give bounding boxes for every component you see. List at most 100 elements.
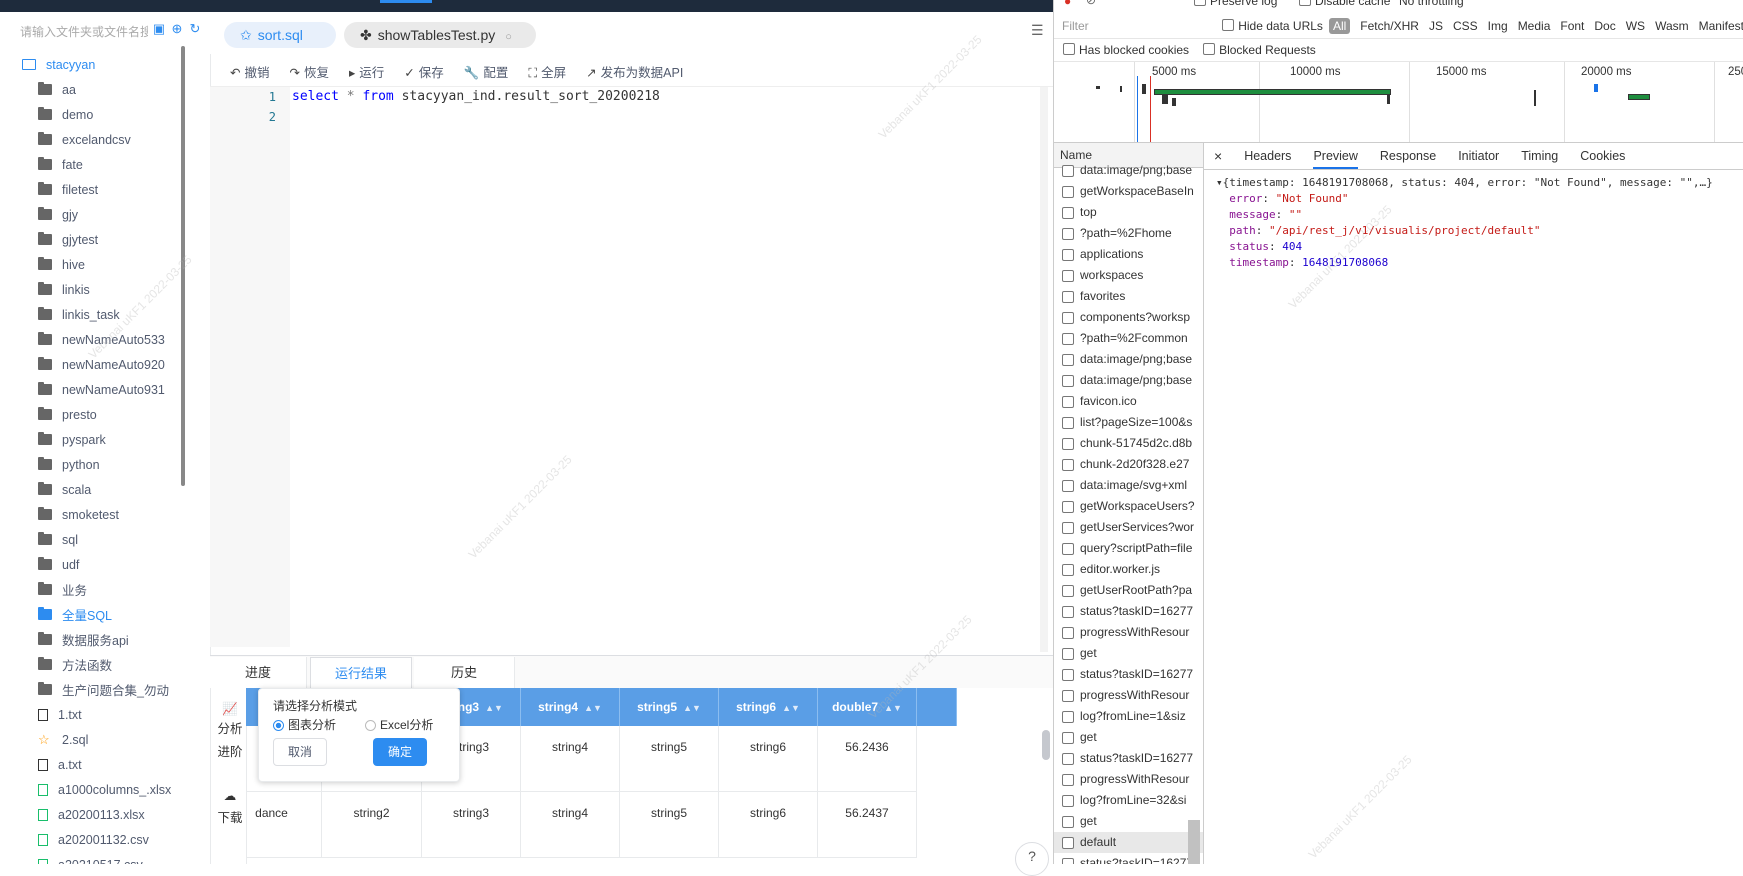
tree-item[interactable]: a20210517.csv xyxy=(0,852,205,864)
tree-item[interactable]: demo xyxy=(0,102,205,127)
tree-item[interactable]: newNameAuto533 xyxy=(0,327,205,352)
request-row[interactable]: favorites xyxy=(1054,286,1203,307)
request-row[interactable]: status?taskID=16277 xyxy=(1054,664,1203,685)
tree-item[interactable]: linkis xyxy=(0,277,205,302)
tab-cookies[interactable]: Cookies xyxy=(1580,143,1625,169)
request-row[interactable]: data:image/png;base xyxy=(1054,349,1203,370)
tree-item[interactable]: scala xyxy=(0,477,205,502)
add-icon[interactable]: ⊕ xyxy=(170,22,184,36)
table-header-cell[interactable]: double7 ▲▼ xyxy=(818,688,917,726)
confirm-button[interactable]: 确定 xyxy=(373,738,427,766)
tab-response[interactable]: Response xyxy=(1380,143,1436,169)
tab-sort-sql[interactable]: ✩ sort.sql xyxy=(224,22,336,48)
cloud-download-icon[interactable]: ☁ xyxy=(216,785,244,807)
request-row[interactable]: getWorkspaceBaseIn xyxy=(1054,181,1203,202)
close-icon[interactable]: × xyxy=(1214,148,1222,164)
search-input[interactable]: 请输入文件夹或文件名搜索 xyxy=(20,22,148,42)
request-row[interactable]: get xyxy=(1054,727,1203,748)
tree-item[interactable]: sql xyxy=(0,527,205,552)
sort-icon[interactable]: ▲▼ xyxy=(884,703,902,713)
filter-type-ws[interactable]: WS xyxy=(1626,19,1645,33)
request-row[interactable]: getUserRootPath?pa xyxy=(1054,580,1203,601)
clear-icon[interactable]: ⊘ xyxy=(1086,0,1096,7)
request-list-scrollbar[interactable] xyxy=(1188,820,1200,864)
filter-type-wasm[interactable]: Wasm xyxy=(1655,19,1689,33)
throttling-select[interactable]: No throttling xyxy=(1399,0,1464,8)
tree-item[interactable]: 业务 xyxy=(0,577,205,602)
table-cell[interactable]: string5 xyxy=(620,792,719,858)
request-row[interactable]: log?fromLine=1&siz xyxy=(1054,706,1203,727)
tree-item[interactable]: 生产问题合集_勿动 xyxy=(0,677,205,702)
tab-history[interactable]: 历史 xyxy=(414,657,515,688)
record-icon[interactable]: ● xyxy=(1064,0,1071,8)
tab-close-icon[interactable]: ○ xyxy=(505,31,512,43)
tree-item[interactable]: python xyxy=(0,452,205,477)
blocked-requests-checkbox[interactable]: Blocked Requests xyxy=(1203,42,1316,57)
table-header-cell[interactable]: string4 ▲▼ xyxy=(521,688,620,726)
request-row[interactable]: status?taskID=16277 xyxy=(1054,748,1203,769)
filter-input[interactable]: Filter xyxy=(1062,19,1206,33)
tab-progress[interactable]: 进度 xyxy=(210,657,307,688)
filter-type-img[interactable]: Img xyxy=(1488,19,1508,33)
request-row[interactable]: default xyxy=(1054,832,1203,853)
redo-button[interactable]: ↷ 恢复 xyxy=(290,62,330,81)
tree-item[interactable]: newNameAuto931 xyxy=(0,377,205,402)
radio-chart-analysis[interactable]: 图表分析 xyxy=(273,716,336,733)
sort-icon[interactable]: ▲▼ xyxy=(683,703,701,713)
filter-type-all[interactable]: All xyxy=(1328,18,1351,34)
request-row[interactable]: ?path=%2Fcommon xyxy=(1054,328,1203,349)
tree-root[interactable]: stacyyan xyxy=(0,52,205,77)
tab-run-result[interactable]: 运行结果 xyxy=(310,657,412,690)
config-button[interactable]: 🔧 配置 xyxy=(464,62,509,81)
code-editor[interactable]: 1 2 select * from stacyyan_ind.result_so… xyxy=(210,87,1053,647)
editor-scrollbar[interactable] xyxy=(1040,87,1048,652)
table-header-cell[interactable]: string6 ▲▼ xyxy=(719,688,818,726)
publish-api-button[interactable]: ↗ 发布为数据API xyxy=(586,62,683,81)
tree-item[interactable]: a1000columns_.xlsx xyxy=(0,777,205,802)
analysis-button[interactable]: 分析 xyxy=(216,718,244,740)
tree-item[interactable]: ☆ 2.sql xyxy=(0,727,205,752)
tree-item[interactable]: linkis_task xyxy=(0,302,205,327)
tree-item[interactable]: excelandcsv xyxy=(0,127,205,152)
table-cell[interactable]: string4 xyxy=(521,792,620,858)
table-header-cell[interactable]: string5 ▲▼ xyxy=(620,688,719,726)
tree-item[interactable]: presto xyxy=(0,402,205,427)
filter-type-font[interactable]: Font xyxy=(1560,19,1584,33)
table-cell[interactable]: string2 xyxy=(322,792,422,858)
request-row[interactable]: top xyxy=(1054,202,1203,223)
request-row[interactable]: getWorkspaceUsers? xyxy=(1054,496,1203,517)
request-row[interactable]: list?pageSize=100&s xyxy=(1054,412,1203,433)
request-row[interactable]: progressWithResour xyxy=(1054,685,1203,706)
request-row[interactable]: log?fromLine=32&si xyxy=(1054,790,1203,811)
code-line[interactable]: select * from stacyyan_ind.result_sort_2… xyxy=(292,87,660,107)
request-row[interactable]: data:image/png;base xyxy=(1054,370,1203,391)
undo-button[interactable]: ↶ 撤销 xyxy=(230,62,270,81)
download-button[interactable]: 下载 xyxy=(216,807,244,829)
table-cell[interactable]: dance xyxy=(246,792,322,858)
preserve-log-checkbox[interactable]: Preserve log xyxy=(1194,0,1277,8)
tree-item[interactable]: gjytest xyxy=(0,227,205,252)
refresh-icon[interactable]: ↻ xyxy=(188,22,202,36)
tree-item[interactable]: aa xyxy=(0,77,205,102)
request-row[interactable]: progressWithResour xyxy=(1054,769,1203,790)
table-scrollbar[interactable] xyxy=(1042,730,1050,760)
tree-item[interactable]: hive xyxy=(0,252,205,277)
table-cell[interactable]: string3 xyxy=(422,792,521,858)
request-row[interactable]: status?taskID=16277 xyxy=(1054,853,1203,864)
request-row[interactable]: data:image/svg+xml xyxy=(1054,475,1203,496)
request-row[interactable]: get xyxy=(1054,811,1203,832)
request-row[interactable]: ?path=%2Fhome xyxy=(1054,223,1203,244)
table-cell[interactable]: string6 xyxy=(719,792,818,858)
network-timeline[interactable]: 5000 ms 10000 ms 15000 ms 20000 ms 250 xyxy=(1054,62,1743,143)
filter-type-css[interactable]: CSS xyxy=(1453,19,1478,33)
advanced-button[interactable]: 进阶 xyxy=(216,741,244,763)
filter-type-doc[interactable]: Doc xyxy=(1594,19,1615,33)
tab-headers[interactable]: Headers xyxy=(1244,143,1291,169)
request-row[interactable]: getUserServices?wor xyxy=(1054,517,1203,538)
tab-preview[interactable]: Preview xyxy=(1313,143,1358,169)
request-row[interactable]: components?worksp xyxy=(1054,307,1203,328)
chart-icon[interactable]: 📈 xyxy=(216,698,244,720)
tree-item[interactable]: gjy xyxy=(0,202,205,227)
request-row[interactable]: applications xyxy=(1054,244,1203,265)
sort-icon[interactable]: ▲▼ xyxy=(782,703,800,713)
